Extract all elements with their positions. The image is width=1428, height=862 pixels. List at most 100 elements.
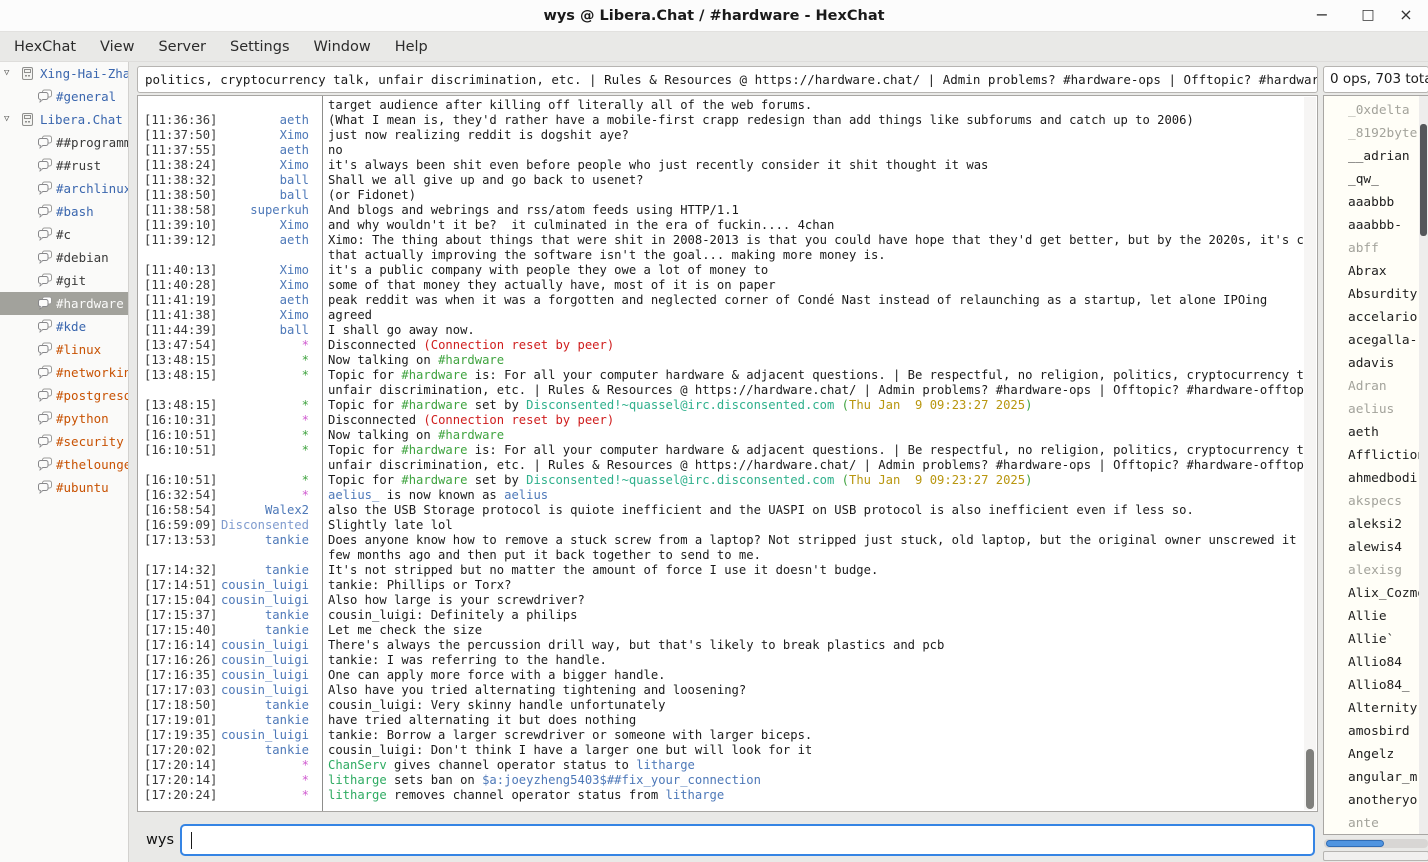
chat-line: [17:16:35]cousin_luigiOne can apply more… xyxy=(138,668,1304,683)
message-input[interactable] xyxy=(180,824,1315,856)
sidebar-item--debian[interactable]: #debian xyxy=(0,246,128,269)
user-list-hscrollbar[interactable] xyxy=(1324,839,1428,848)
user-list-item[interactable]: _8192byte xyxy=(1324,122,1419,145)
user-list-item[interactable]: acegalla- xyxy=(1324,329,1419,352)
sidebar-item--bash[interactable]: #bash xyxy=(0,200,128,223)
channel-icon xyxy=(37,296,53,310)
user-list-scrollbar-thumb[interactable] xyxy=(1420,124,1427,236)
chat-scrollbar[interactable] xyxy=(1304,97,1316,810)
maximize-icon[interactable]: □ xyxy=(1352,0,1384,32)
user-list-item[interactable]: aaabbb xyxy=(1324,191,1419,214)
message-segment: (Connection reset by peer) xyxy=(423,413,614,427)
timestamp: [11:38:32] xyxy=(138,173,218,188)
sidebar-item--rust[interactable]: ##rust xyxy=(0,154,128,177)
user-list-item[interactable]: Allio84 xyxy=(1324,651,1419,674)
chat-line: [17:15:40]tankieLet me check the size xyxy=(138,623,1304,638)
timestamp: [11:41:38] xyxy=(138,308,218,323)
chat-scrollbar-thumb[interactable] xyxy=(1306,749,1314,809)
message-segment: Shall we all give up and go back to usen… xyxy=(328,173,644,187)
message: unfair discrimination, etc. | Rules & Re… xyxy=(316,383,1304,398)
message-segment: It's not stripped but no matter the amou… xyxy=(328,563,878,577)
user-list-hscrollbar-thumb[interactable] xyxy=(1326,840,1384,847)
user-list-item[interactable]: Absurdity xyxy=(1324,283,1419,306)
user-list-item[interactable]: aeth xyxy=(1324,421,1419,444)
user-list-item[interactable]: anotheryo xyxy=(1324,789,1419,812)
sidebar-item--kde[interactable]: #kde xyxy=(0,315,128,338)
user-list-item[interactable]: accelario xyxy=(1324,306,1419,329)
message-segment: no xyxy=(328,143,343,157)
user-list-item[interactable]: Angelz xyxy=(1324,743,1419,766)
sidebar-item-label: #linux xyxy=(56,338,128,361)
user-list-item[interactable]: _0xdelta xyxy=(1324,99,1419,122)
menu-settings[interactable]: Settings xyxy=(218,33,301,62)
nick: aeth xyxy=(218,293,316,308)
user-list-item[interactable]: aleksi2 xyxy=(1324,513,1419,536)
sidebar-item--git[interactable]: #git xyxy=(0,269,128,292)
sidebar-item--hardware[interactable]: #hardware xyxy=(0,292,128,315)
sidebar-item--postgresql[interactable]: #postgresql xyxy=(0,384,128,407)
user-list-item[interactable]: Alternity xyxy=(1324,697,1419,720)
sidebar-item--c[interactable]: #c xyxy=(0,223,128,246)
timestamp: [16:10:51] xyxy=(138,443,218,458)
message-segment: $a:joeyzheng5403$##fix_your_connection xyxy=(482,773,761,787)
chat-line: [11:39:10]Ximoand why wouldn't it be? it… xyxy=(138,218,1304,233)
user-list-item[interactable]: __adrian xyxy=(1324,145,1419,168)
sidebar-item-label: #kde xyxy=(56,315,128,338)
sidebar-item--networking[interactable]: #networking xyxy=(0,361,128,384)
user-list-item[interactable]: ante xyxy=(1324,812,1419,835)
chat-line: [11:39:12]aethXimo: The thing about thin… xyxy=(138,233,1304,248)
menu-help[interactable]: Help xyxy=(383,33,440,62)
nick: cousin_luigi xyxy=(218,578,316,593)
sidebar-item--python[interactable]: #python xyxy=(0,407,128,430)
sidebar-item-xing-hai-zhan[interactable]: ▽Xing-Hai-Zhan xyxy=(0,62,128,85)
user-list-item[interactable]: ahmedbodi xyxy=(1324,467,1419,490)
user-list-item[interactable]: Allie xyxy=(1324,605,1419,628)
message-segment: And blogs and webrings and rss/atom feed… xyxy=(328,203,739,217)
chat-line: [11:37:55]aethno xyxy=(138,143,1304,158)
user-list-item[interactable]: Allio84_ xyxy=(1324,674,1419,697)
menu-hexchat[interactable]: HexChat xyxy=(2,33,88,62)
user-list-item[interactable]: aaabbb- xyxy=(1324,214,1419,237)
sidebar-item--ubuntu[interactable]: #ubuntu xyxy=(0,476,128,499)
message: It's not stripped but no matter the amou… xyxy=(316,563,1304,578)
sidebar-item--thelounge[interactable]: #thelounge xyxy=(0,453,128,476)
close-icon[interactable]: × xyxy=(1390,0,1422,32)
menubar: HexChatViewServerSettingsWindowHelp xyxy=(0,33,1428,62)
user-list-item[interactable]: _qw_ xyxy=(1324,168,1419,191)
topic-bar[interactable]: politics, cryptocurrency talk, unfair di… xyxy=(137,66,1318,93)
timestamp: [16:10:51] xyxy=(138,473,218,488)
expander-icon[interactable]: ▽ xyxy=(4,108,9,131)
user-list-item[interactable]: Allie` xyxy=(1324,628,1419,651)
channel-icon xyxy=(37,365,53,379)
sidebar-item--archlinux[interactable]: #archlinux xyxy=(0,177,128,200)
menu-window[interactable]: Window xyxy=(302,33,383,62)
timestamp: [11:40:28] xyxy=(138,278,218,293)
user-list-item[interactable]: Affliction xyxy=(1324,444,1419,467)
chat-line: [11:44:39]ballI shall go away now. xyxy=(138,323,1304,338)
sidebar-item--general[interactable]: #general xyxy=(0,85,128,108)
expander-icon[interactable]: ▽ xyxy=(4,62,9,85)
sidebar-item--linux[interactable]: #linux xyxy=(0,338,128,361)
user-list-item[interactable]: Abrax xyxy=(1324,260,1419,283)
user-list-item[interactable]: alewis4 xyxy=(1324,536,1419,559)
menu-server[interactable]: Server xyxy=(146,33,218,62)
user-list-item[interactable]: aelius xyxy=(1324,398,1419,421)
user-list-item[interactable]: akspecs xyxy=(1324,490,1419,513)
message-segment: Let me check the size xyxy=(328,623,482,637)
sidebar-item--programming[interactable]: ##programming xyxy=(0,131,128,154)
user-list-item[interactable]: adavis xyxy=(1324,352,1419,375)
user-list-item[interactable]: Adran xyxy=(1324,375,1419,398)
chat-line: [17:20:02]tankiecousin_luigi: Don't thin… xyxy=(138,743,1304,758)
user-list-item[interactable]: amosbird xyxy=(1324,720,1419,743)
timestamp: [11:38:24] xyxy=(138,158,218,173)
user-list-item[interactable]: Alix_Cozmo xyxy=(1324,582,1419,605)
user-list-item[interactable]: alexisg xyxy=(1324,559,1419,582)
user-list-item[interactable]: abff xyxy=(1324,237,1419,260)
user-list-scrollbar[interactable] xyxy=(1419,96,1428,834)
minimize-icon[interactable]: − xyxy=(1306,0,1338,32)
sidebar-item-libera-chat[interactable]: ▽Libera.Chat xyxy=(0,108,128,131)
user-list-item[interactable]: angular_m xyxy=(1324,766,1419,789)
menu-view[interactable]: View xyxy=(88,33,146,62)
sidebar-item--security[interactable]: #security xyxy=(0,430,128,453)
timestamp: [16:59:09] xyxy=(138,518,218,533)
